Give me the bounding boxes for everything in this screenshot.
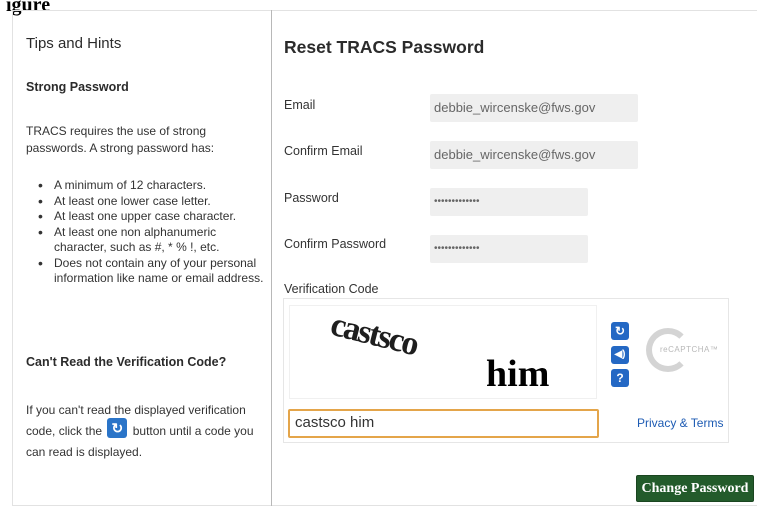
password-rule: A minimum of 12 characters. [38, 178, 270, 194]
strong-password-heading: Strong Password [26, 80, 129, 94]
password-rule: At least one lower case letter. [38, 194, 270, 210]
confirm-email-label: Confirm Email [284, 144, 363, 158]
confirm-email-field[interactable]: debbie_wircenske@fws.gov [430, 141, 638, 169]
captcha-audio-icon[interactable]: ◀) [611, 346, 629, 364]
captcha-answer-input[interactable]: castsco him [288, 409, 599, 438]
change-password-button[interactable]: Change Password [636, 475, 754, 502]
column-divider [271, 10, 272, 506]
strong-password-intro: TRACS requires the use of strong passwor… [26, 124, 215, 155]
password-label: Password [284, 191, 339, 205]
password-rule: At least one non alphanumeric character,… [38, 225, 270, 256]
privacy-terms-link[interactable]: Privacy & Terms [637, 416, 723, 430]
password-rules-list: A minimum of 12 characters. At least one… [38, 178, 270, 287]
password-rule: At least one upper case character. [38, 209, 270, 225]
recaptcha-logo-icon: reCAPTCHA™ [646, 322, 719, 382]
captcha-word: him [486, 353, 550, 395]
verification-label: Verification Code [284, 282, 379, 296]
confirm-password-field[interactable]: ••••••••••••• [430, 235, 588, 263]
confirm-password-label: Confirm Password [284, 237, 387, 251]
recaptcha-logo-text: reCAPTCHA™ [660, 345, 719, 354]
email-field[interactable]: debbie_wircenske@fws.gov [430, 94, 638, 122]
email-label: Email [284, 98, 316, 112]
verification-help-text: If you can't read the displayed verifica… [26, 400, 268, 463]
captcha-help-icon[interactable]: ? [611, 369, 629, 387]
page-title: Reset TRACS Password [284, 37, 485, 57]
password-rule: Does not contain any of your personal in… [38, 256, 270, 287]
captcha-refresh-icon[interactable]: ↻ [611, 322, 629, 340]
tips-title: Tips and Hints [26, 35, 122, 52]
refresh-icon: ↻ [107, 417, 128, 438]
cant-read-heading: Can't Read the Verification Code? [26, 355, 227, 369]
password-field[interactable]: ••••••••••••• [430, 188, 588, 216]
